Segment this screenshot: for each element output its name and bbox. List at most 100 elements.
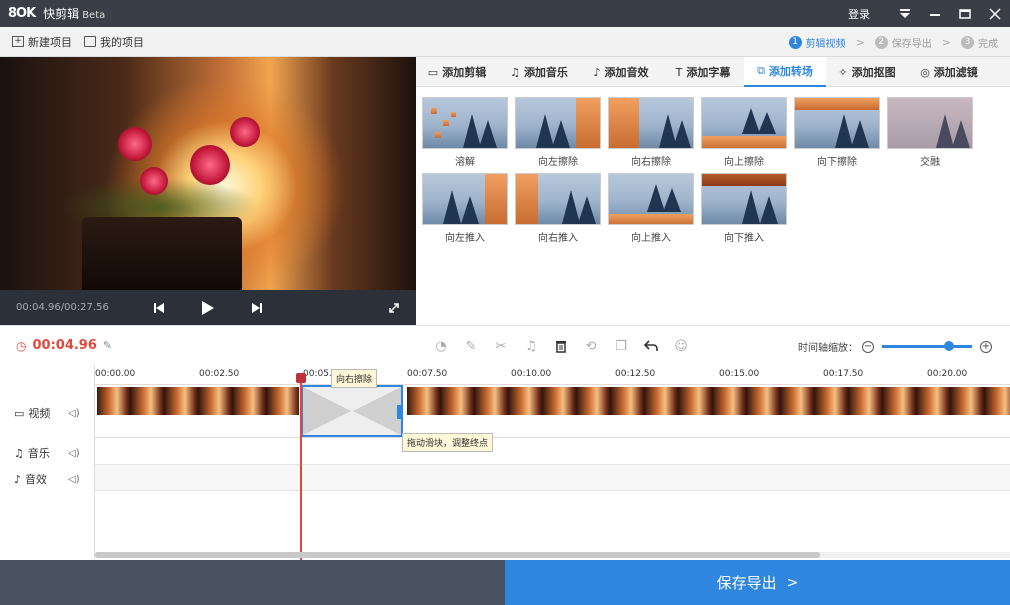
workflow-steps: 1 剪辑视频 > 2 保存导出 > 3 完成 (788, 27, 998, 57)
video-clip[interactable] (407, 387, 1010, 415)
save-export-button[interactable]: 保存导出 > (505, 560, 1010, 605)
volume-icon[interactable]: ◁) (68, 408, 80, 419)
transition-icon: ⧉ (757, 64, 765, 77)
transition-thumbnail (422, 97, 508, 149)
transition-item[interactable]: 向上擦除 (701, 97, 787, 168)
login-link[interactable]: 登录 (848, 6, 870, 22)
zoom-out-icon[interactable]: − (862, 340, 874, 353)
transition-item[interactable]: 向左推入 (422, 173, 508, 244)
timeline-scrollbar[interactable] (95, 552, 1010, 558)
transition-item[interactable]: 向右推入 (515, 173, 601, 244)
app-title: 快剪辑 Beta (43, 5, 105, 22)
window-controls: 登录 (848, 0, 1010, 27)
tab-add-clip[interactable]: ▭ 添加剪辑 (416, 57, 498, 87)
pencil-icon[interactable]: ✎ (456, 336, 486, 356)
scissors-icon[interactable]: ✂ (486, 336, 516, 356)
fullscreen-icon[interactable] (386, 290, 402, 325)
time-ruler[interactable]: 00:00.00 00:02.50 00:05.00 00:07.50 00:1… (95, 365, 1010, 385)
timeline-tools: ◔ ✎ ✂ ♫ ⟲ ❐ ☺ (426, 336, 696, 356)
tab-add-transition[interactable]: ⧉ 添加转场 (744, 57, 826, 87)
video-icon: ▭ (14, 406, 25, 420)
track-label-video: ▭ 视频 ◁) (14, 406, 80, 421)
minimize-icon[interactable] (920, 0, 950, 27)
chevron-right-icon: > (941, 35, 951, 49)
speed-icon[interactable]: ◔ (426, 336, 456, 356)
my-projects-button[interactable]: 我的项目 (84, 34, 144, 50)
prev-frame-icon[interactable] (150, 290, 168, 325)
chevron-right-icon: > (855, 35, 865, 49)
video-clip[interactable] (97, 387, 299, 415)
scrollbar-thumb[interactable] (95, 552, 820, 558)
asset-panel: ▭ 添加剪辑 ♫ 添加音乐 ♪ 添加音效 T 添加字幕 ⧉ 添加转场 ✧ 添加抠图 ◎ 添加滤… (416, 57, 1010, 325)
new-project-button[interactable]: + 新建项目 (12, 34, 72, 50)
tab-add-music[interactable]: ♫ 添加音乐 (498, 57, 580, 87)
playhead-handle[interactable] (296, 373, 306, 383)
timeline-toolbar: ◷ 00:04.96 ✎ ◔ ✎ ✂ ♫ ⟲ ❐ ☺ 时间轴缩放： − + (0, 325, 1010, 365)
sound-effect-icon: ♪ (593, 65, 601, 79)
transition-item[interactable]: 交融 (887, 97, 973, 168)
title-bar: 8OK 快剪辑 Beta 登录 (0, 0, 1010, 27)
transition-end-handle[interactable] (397, 405, 401, 419)
step-save-export[interactable]: 2 保存导出 (874, 35, 932, 50)
preview-timecode: 00:04.96/00:27.56 (16, 302, 109, 313)
app-name: 快剪辑 (43, 7, 80, 21)
emoji-icon[interactable]: ☺ (666, 336, 696, 356)
sound-effect-icon: ♪ (14, 472, 22, 486)
zoom-in-icon[interactable]: + (980, 340, 992, 353)
playhead[interactable] (300, 373, 302, 560)
chevron-right-icon: > (786, 574, 799, 591)
zoom-slider-handle[interactable] (944, 341, 954, 351)
music-icon: ♫ (510, 65, 520, 79)
ruler-tick: 00:10.00 (511, 369, 552, 379)
music-track[interactable] (95, 439, 1010, 465)
zoom-slider[interactable] (882, 341, 972, 351)
text-icon: T (675, 65, 683, 79)
tab-add-subtitle[interactable]: T 添加字幕 (662, 57, 744, 87)
preview-frame (0, 57, 416, 290)
delete-icon[interactable] (546, 336, 576, 356)
crop-icon[interactable]: ⟲ (576, 336, 606, 356)
close-icon[interactable] (980, 0, 1010, 27)
folder-icon (84, 36, 96, 47)
music-icon: ♫ (14, 446, 24, 460)
timeline-zoom: 时间轴缩放： − + (798, 339, 996, 354)
step-finish[interactable]: 3 完成 (961, 35, 998, 50)
ruler-tick: 00:17.50 (823, 369, 864, 379)
app-logo: 8OK (8, 6, 36, 21)
copy-icon[interactable]: ❐ (606, 336, 636, 356)
video-preview: 00:04.96/00:27.56 (0, 57, 416, 325)
ruler-tick: 00:00.00 (95, 369, 136, 379)
video-icon: ▭ (427, 65, 439, 79)
volume-icon[interactable]: ◁) (68, 448, 80, 459)
edit-time-icon[interactable]: ✎ (103, 339, 112, 352)
transition-item[interactable]: 溶解 (422, 97, 508, 168)
bell-icon[interactable]: ♫ (516, 336, 546, 356)
track-label-sound-effect: ♪ 音效 ◁) (14, 472, 80, 487)
transition-item[interactable]: 向上推入 (608, 173, 694, 244)
sound-effect-track[interactable] (95, 465, 1010, 491)
step-edit-video[interactable]: 1 剪辑视频 (788, 35, 846, 50)
maximize-icon[interactable] (950, 0, 980, 27)
video-track (95, 385, 1010, 438)
tab-add-sound-effect[interactable]: ♪ 添加音效 (580, 57, 662, 87)
undo-icon[interactable] (636, 336, 666, 356)
transition-item[interactable]: 向右擦除 (608, 97, 694, 168)
transition-item[interactable]: 向下擦除 (794, 97, 880, 168)
beta-badge: Beta (82, 10, 106, 21)
volume-icon[interactable]: ◁) (68, 474, 80, 485)
transition-tooltip: 向右擦除 (331, 369, 378, 388)
asset-tabs: ▭ 添加剪辑 ♫ 添加音乐 ♪ 添加音效 T 添加字幕 ⧉ 添加转场 ✧ 添加抠图 ◎ 添加滤… (416, 57, 1010, 87)
tab-add-filter[interactable]: ◎ 添加滤镜 (908, 57, 990, 87)
transition-item[interactable]: 向下推入 (701, 173, 787, 244)
next-frame-icon[interactable] (248, 290, 266, 325)
plus-icon: + (12, 36, 24, 47)
new-project-label: 新建项目 (28, 35, 72, 49)
tab-add-cutout[interactable]: ✧ 添加抠图 (826, 57, 908, 87)
zoom-label: 时间轴缩放： (798, 343, 858, 354)
transition-clip[interactable] (301, 385, 403, 437)
menu-icon[interactable] (890, 0, 920, 27)
handle-tooltip: 拖动滑块，调整终点 (402, 433, 494, 452)
play-icon[interactable] (198, 290, 218, 325)
transition-item[interactable]: 向左擦除 (515, 97, 601, 168)
ruler-tick: 00:07.50 (407, 369, 448, 379)
